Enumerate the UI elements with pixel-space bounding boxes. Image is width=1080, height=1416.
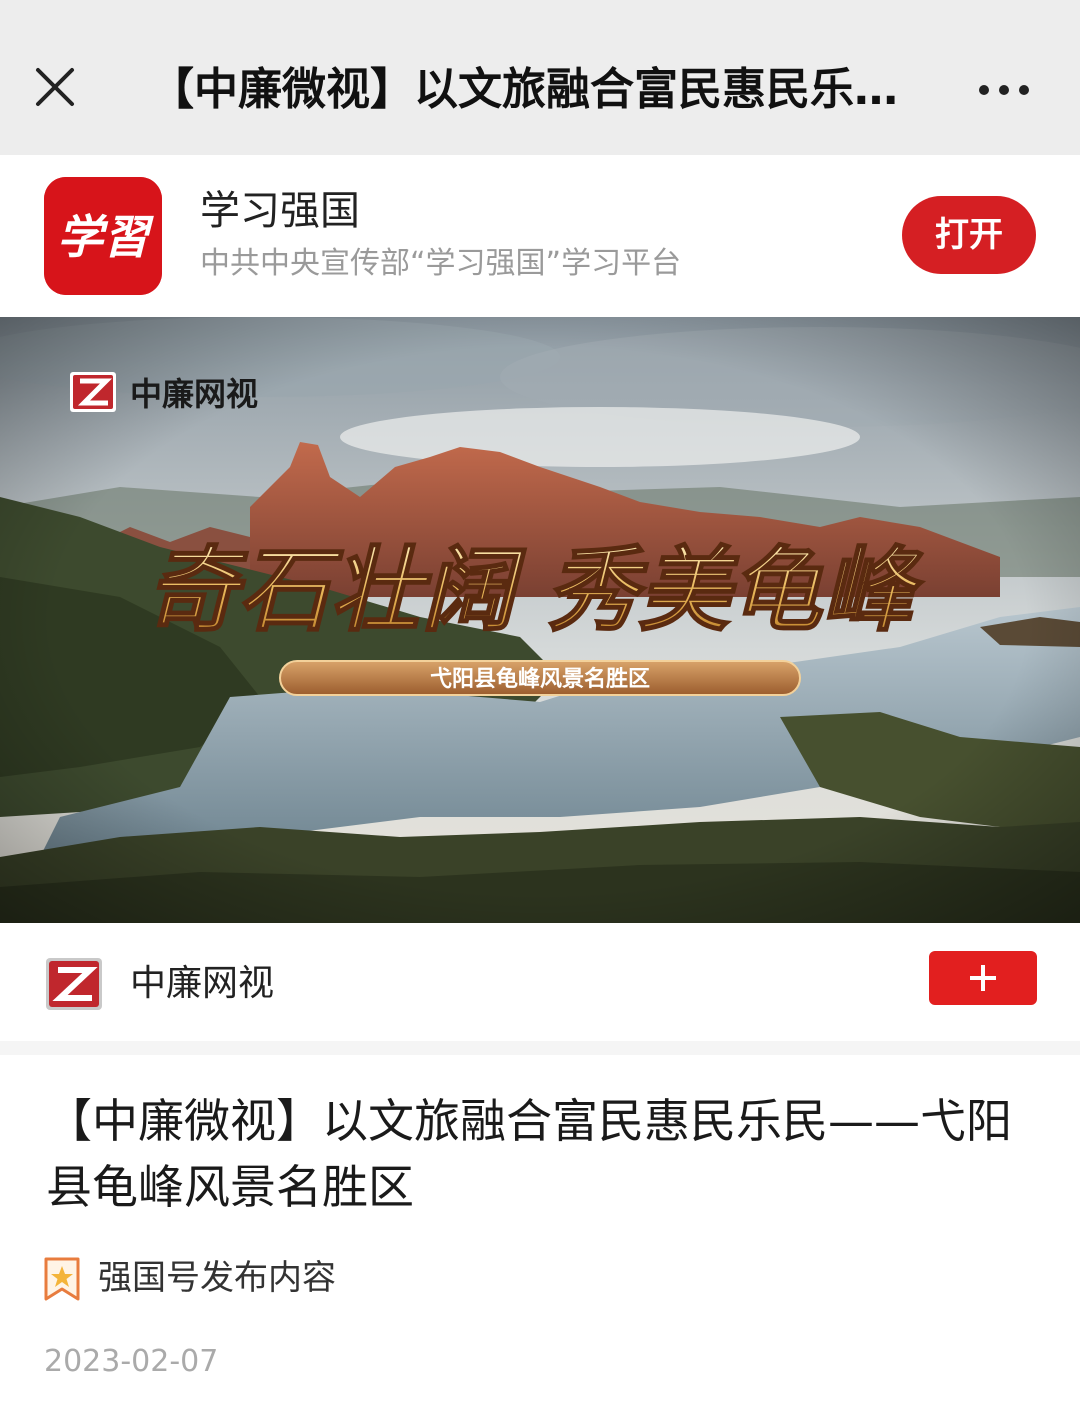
more-dots-icon[interactable] — [972, 68, 1036, 112]
channel-row[interactable]: 中廉网视 — [0, 923, 1080, 1041]
open-app-button[interactable]: 打开 — [902, 196, 1036, 274]
section-divider — [0, 1041, 1080, 1055]
app-logo-text: 学習 — [57, 210, 154, 264]
app-banner: 学習 学习强国 中共中央宣传部“学习强国”学习平台 打开 — [0, 155, 1080, 317]
app-logo[interactable]: 学習 — [44, 177, 162, 295]
watermark-text: 中廉网视 — [130, 376, 258, 412]
channel-watermark: 中廉网视 — [70, 372, 258, 412]
top-nav-bar: 【中廉微视】以文旅融合富民惠民乐… — [0, 0, 1080, 155]
follow-button[interactable] — [929, 951, 1037, 1005]
cover-headline: 奇石壮阔 秀美龟峰 — [146, 536, 924, 644]
channel-name: 中廉网视 — [130, 963, 275, 1004]
article-title: 【中廉微视】以文旅融合富民惠民乐民——弋阳县龟峰风景名胜区 — [46, 1094, 1012, 1214]
source-label: 强国号发布内容 — [98, 1258, 336, 1298]
cover-image[interactable]: 中廉网视 奇石壮阔 秀美龟峰 弋阳县龟峰风景名胜区 — [0, 317, 1080, 923]
channel-logo-icon — [46, 958, 102, 1010]
app-description: 中共中央宣传部“学习强国”学习平台 — [200, 246, 682, 281]
cover-ribbon-text: 弋阳县龟峰风景名胜区 — [430, 666, 650, 691]
page-title: 【中廉微视】以文旅融合富民惠民乐… — [150, 64, 898, 115]
app-name: 学习强国 — [200, 188, 360, 234]
cover-ribbon: 弋阳县龟峰风景名胜区 — [279, 660, 801, 696]
close-icon[interactable] — [28, 60, 82, 114]
publish-date: 2023-02-07 — [44, 1344, 219, 1379]
bookmark-star-icon — [44, 1257, 80, 1301]
